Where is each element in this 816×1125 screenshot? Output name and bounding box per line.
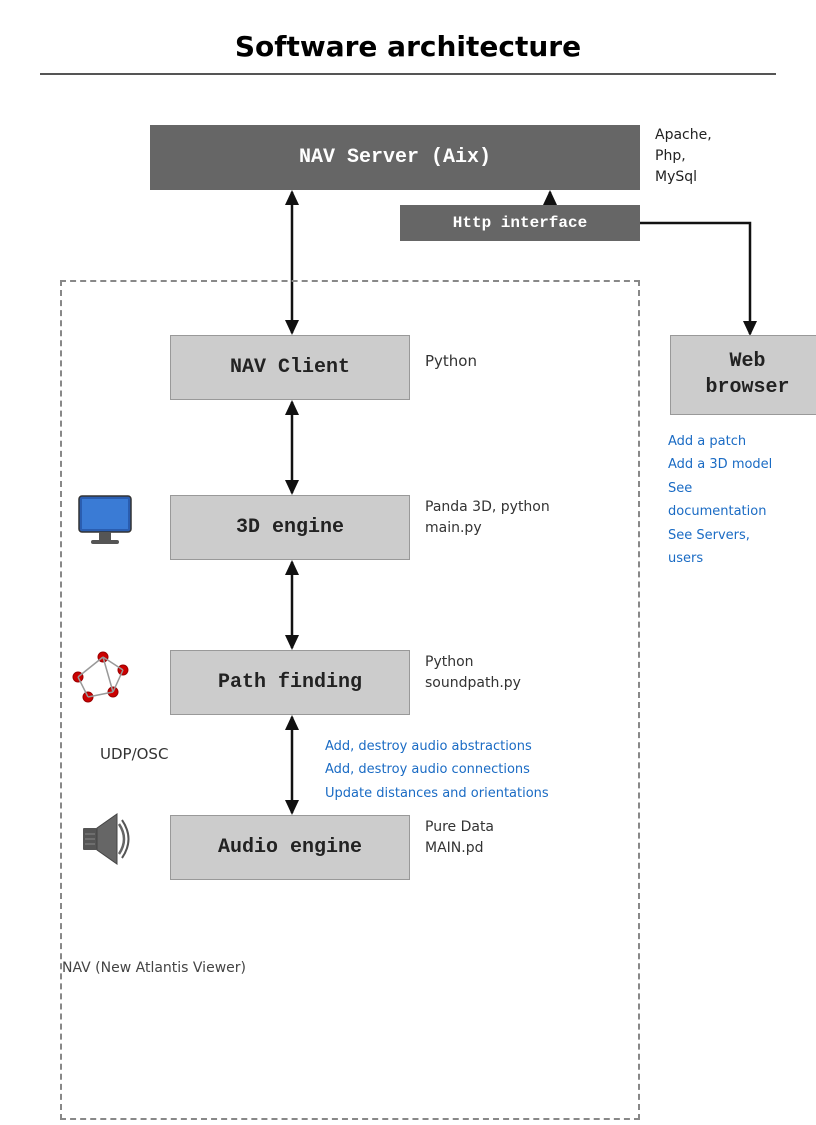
puredata-label: Pure DataMAIN.pd	[425, 817, 494, 859]
engine-3d-label: 3D engine	[236, 516, 344, 539]
pathfinding-label: Path finding	[218, 671, 362, 694]
web-link-3[interactable]: See documentation	[668, 477, 780, 524]
web-link-1[interactable]: Add a patch	[668, 430, 780, 453]
pathnet-icon	[68, 642, 138, 716]
web-browser-box: Webbrowser	[670, 335, 816, 415]
puredata-text: Pure DataMAIN.pd	[425, 819, 494, 856]
web-browser-label: Webbrowser	[705, 349, 789, 401]
panda-label: Panda 3D, pythonmain.py	[425, 497, 550, 539]
audio-engine-label: Audio engine	[218, 836, 362, 859]
diagram-area: NAV Server (Aix) Apache,Php,MySql Http i…	[40, 105, 780, 1005]
udp-annotation-2: Add, destroy audio connections	[325, 758, 549, 781]
udp-annotation-3: Update distances and orientations	[325, 782, 549, 805]
engine-3d-box: 3D engine	[170, 495, 410, 560]
python-label: Python	[425, 352, 477, 370]
http-interface-label: Http interface	[453, 214, 587, 232]
page: Software architecture	[0, 0, 816, 1056]
python-sound-label: Pythonsoundpath.py	[425, 652, 521, 694]
web-links: Add a patch Add a 3D model See documenta…	[668, 430, 780, 570]
nav-client-label: NAV Client	[230, 356, 350, 379]
udp-annotation-1: Add, destroy audio abstractions	[325, 735, 549, 758]
nav-client-box: NAV Client	[170, 335, 410, 400]
pathfinding-box: Path finding	[170, 650, 410, 715]
udp-osc-label: UDP/OSC	[100, 745, 168, 763]
web-link-2[interactable]: Add a 3D model	[668, 453, 780, 476]
monitor-icon	[75, 492, 135, 556]
audio-engine-box: Audio engine	[170, 815, 410, 880]
udp-annotations: Add, destroy audio abstractions Add, des…	[325, 735, 549, 805]
apache-label: Apache,Php,MySql	[655, 125, 712, 188]
apache-text: Apache,Php,MySql	[655, 127, 712, 185]
web-link-4[interactable]: See Servers, users	[668, 524, 780, 571]
python-sound-text: Pythonsoundpath.py	[425, 654, 521, 691]
divider	[40, 73, 776, 75]
speaker-icon	[75, 810, 133, 872]
http-interface-box: Http interface	[400, 205, 640, 241]
panda-text: Panda 3D, pythonmain.py	[425, 499, 550, 536]
nav-bottom-label: NAV (New Atlantis Viewer)	[62, 960, 246, 976]
nav-server-label: NAV Server (Aix)	[299, 146, 491, 169]
page-title: Software architecture	[40, 30, 776, 63]
nav-server-box: NAV Server (Aix)	[150, 125, 640, 190]
